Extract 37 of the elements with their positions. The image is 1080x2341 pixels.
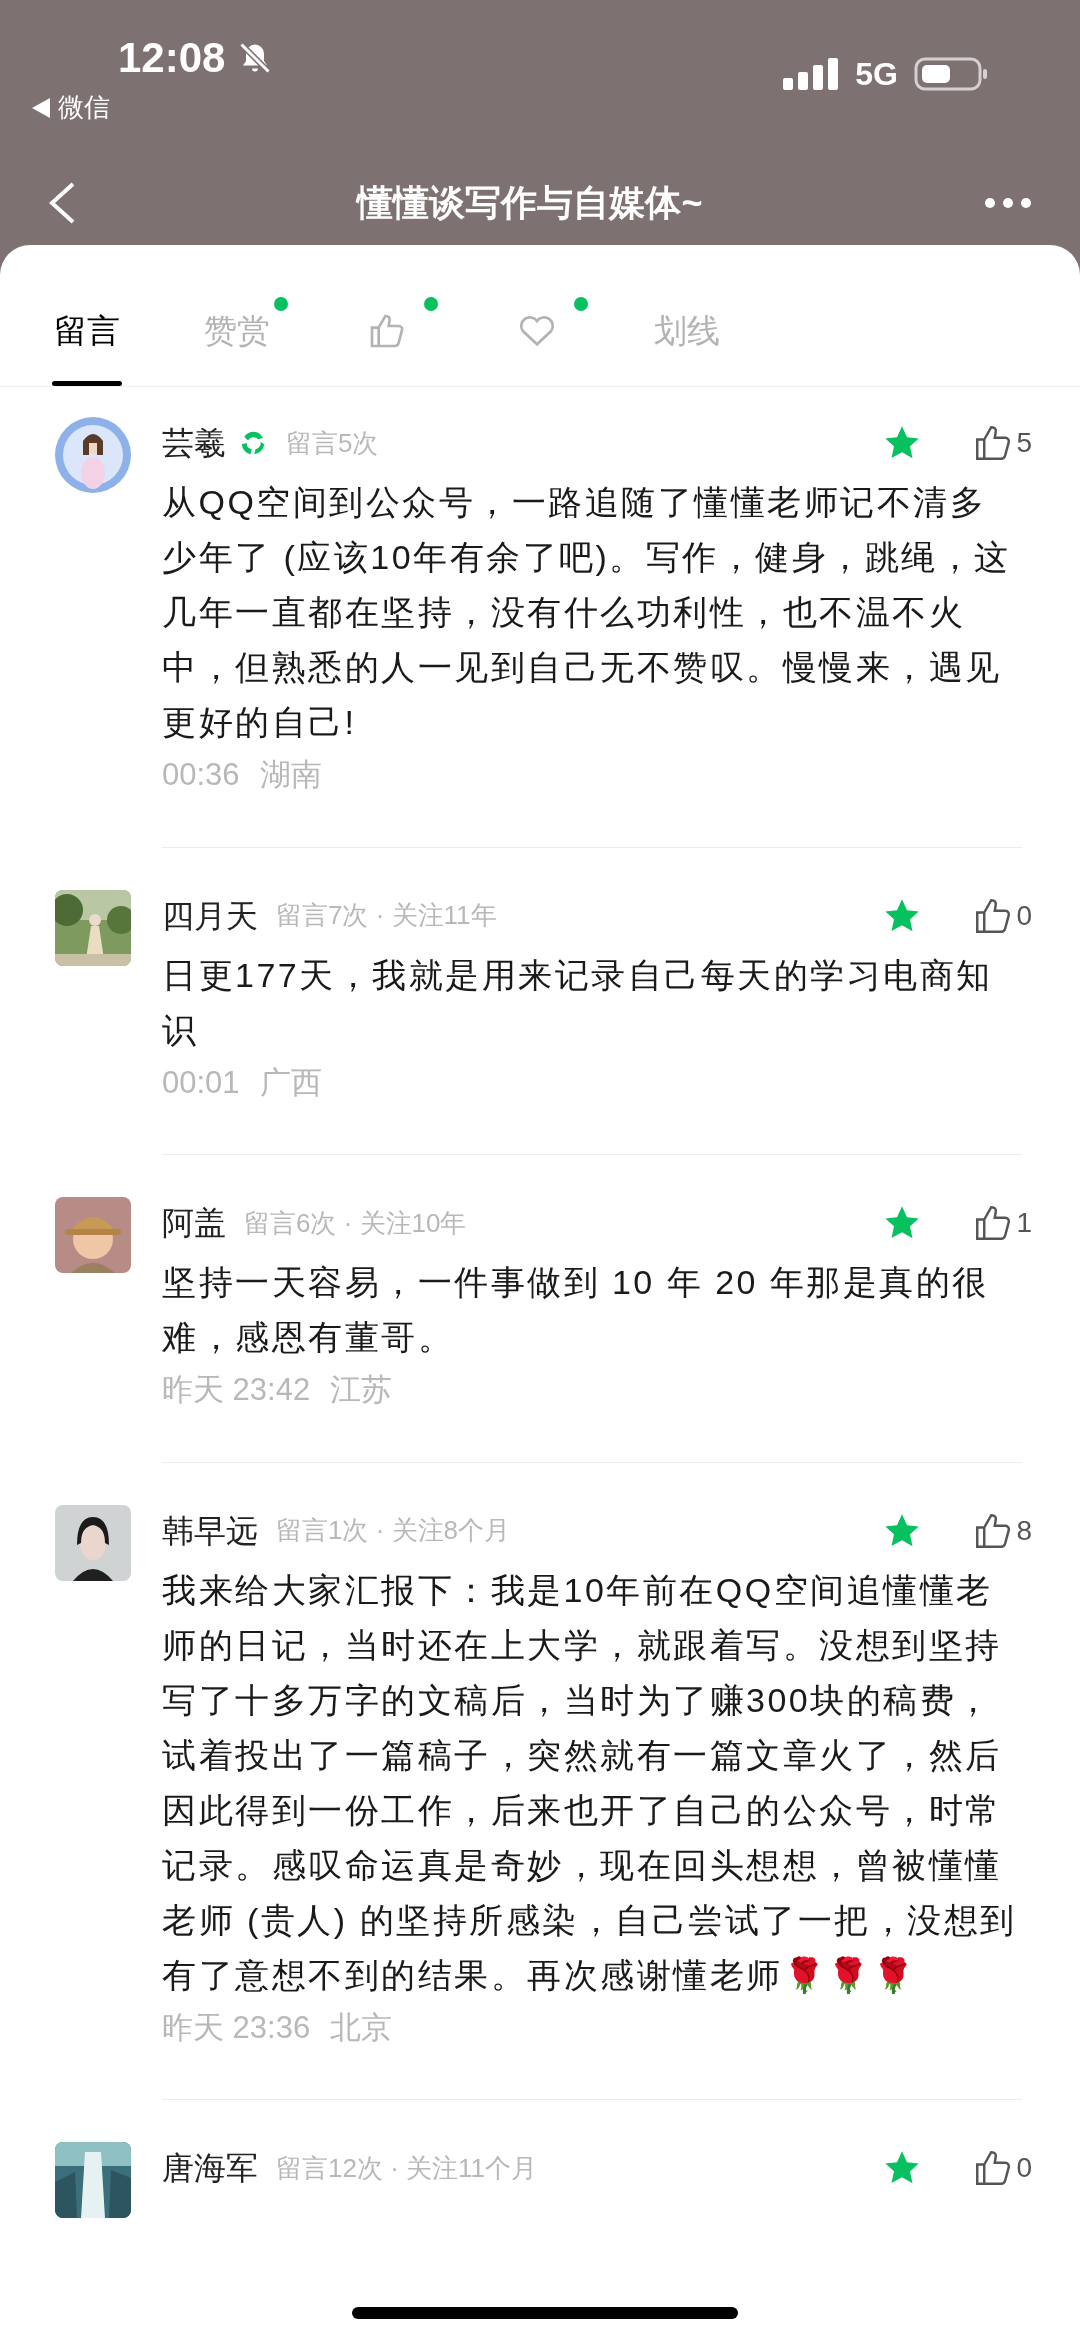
comment-time: 昨天 23:42 [162, 1371, 311, 1409]
comment-stats: 留言7次 · 关注11年 [276, 899, 497, 932]
back-to-app-link[interactable]: 微信 [58, 88, 110, 127]
signal-icon [783, 56, 840, 92]
user-name[interactable]: 四月天 [162, 891, 258, 940]
comment-time: 00:36 [162, 756, 240, 794]
comment-text: 坚持一天容易，一件事做到 10 年 20 年那是真的很难，感恩有董哥。 [162, 1262, 990, 1358]
comment-stats: 留言1次 · 关注8个月 [276, 1514, 511, 1547]
comment-stats: 留言6次 · 关注10年 [244, 1206, 467, 1240]
back-icon[interactable] [48, 180, 76, 225]
page-title: 懂懂谈写作与自媒体~ [357, 180, 703, 225]
comment-location: 广西 [259, 1063, 322, 1102]
comment-location: 江苏 [330, 1371, 393, 1409]
comment-text: 日更177天，我就是用来记录自己每天的学习电商知识 [162, 954, 994, 1051]
clock: 12:08 [118, 33, 226, 83]
more-icon[interactable] [984, 196, 1032, 209]
like-count: 5 [1016, 426, 1032, 460]
user-name[interactable]: 唐海军 [162, 2144, 258, 2192]
comment-location: 北京 [330, 2008, 393, 2047]
comment-time: 00:01 [162, 1063, 240, 1102]
tab[interactable]: 留言 [36, 297, 138, 386]
comment-location: 湖南 [259, 756, 322, 794]
like-count: 8 [1016, 1513, 1032, 1548]
user-name[interactable]: 芸羲 [162, 419, 226, 467]
user-name[interactable]: 阿盖 [162, 1199, 226, 1247]
comment-time: 昨天 23:36 [162, 2008, 311, 2047]
battery-icon [914, 56, 990, 92]
comment-text: 从QQ空间到公众号，一路追随了懂懂老师记不清多少年了 (应该10年有余了吧)。写作，健身，跳绳，这几年一直都在坚持，没有什么功利性，也不温不火中，但熟悉的人一见到自己无不赞叹。慢慢来，遇见更好的自己! [162, 482, 1012, 743]
like-count: 0 [1016, 2151, 1032, 2185]
network-label: 5G [855, 55, 898, 94]
like-count: 0 [1016, 898, 1032, 933]
back-triangle-icon[interactable] [32, 97, 50, 118]
user-name[interactable]: 韩早远 [162, 1506, 258, 1555]
like-count: 1 [1016, 1206, 1032, 1240]
comment-text: 我来给大家汇报下：我是10年前在QQ空间追懂懂老师的日记，当时还在上大学，就跟着写。没想到坚持写了十多万字的文稿后，当时为了赚300块的稿费，试着投出了一篇稿子，突然就有一篇文章火了，然后因此得到一份工作，后来也开了自己的公众号，时常记录。感叹命运真是奇妙，现在回头想想，曾被懂懂老师 (贵人) 的坚持所感染，自己尝试了一把，没想到有了意想不到的结果。再次感谢懂老师🌹🌹🌹 [162, 1569, 1018, 1996]
comment-stats: 留言5次 [286, 426, 379, 460]
comment-stats: 留言12次 · 关注11个月 [276, 2151, 537, 2185]
